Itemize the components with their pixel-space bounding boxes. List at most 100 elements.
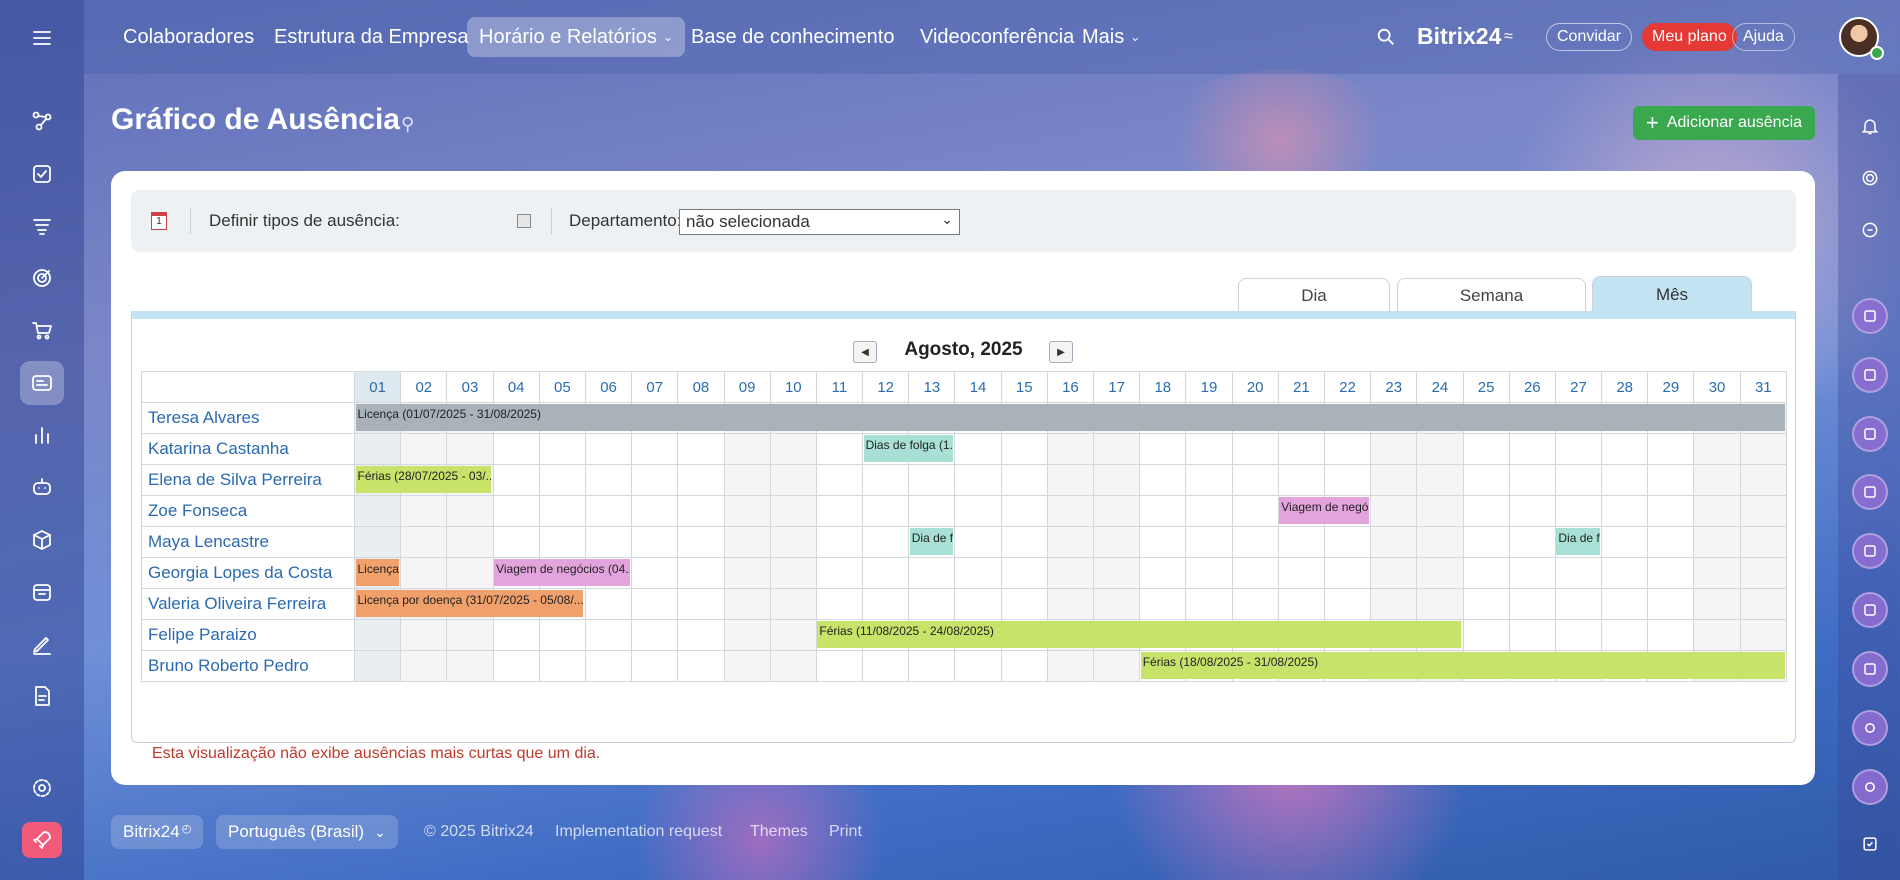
day-cell[interactable] (492, 619, 540, 651)
chat-avatar-icon[interactable] (1852, 474, 1888, 510)
day-cell[interactable] (492, 433, 540, 465)
next-month-button[interactable]: ▶ (1049, 341, 1073, 363)
day-cell[interactable] (1139, 557, 1187, 589)
day-cell[interactable] (954, 650, 1002, 682)
day-cell[interactable] (815, 526, 864, 558)
day-cell[interactable] (769, 619, 817, 651)
day-cell[interactable] (538, 526, 586, 558)
day-cell[interactable] (400, 557, 448, 589)
day-cell[interactable] (584, 588, 633, 620)
day-cell[interactable] (1462, 557, 1510, 589)
shop-icon[interactable] (20, 308, 64, 352)
nav-mais[interactable]: Mais ⌄ (1070, 17, 1152, 57)
day-cell[interactable] (1508, 557, 1556, 589)
help-button[interactable]: Ajuda (1732, 23, 1795, 51)
employee-name-link[interactable]: Zoe Fonseca (141, 495, 355, 527)
day-cell[interactable] (1092, 557, 1141, 589)
day-cell[interactable] (1277, 464, 1325, 496)
day-cell[interactable] (584, 495, 633, 527)
day-cell[interactable] (769, 495, 817, 527)
day-cell[interactable] (815, 495, 864, 527)
day-cell[interactable] (631, 557, 679, 589)
day-cell[interactable] (908, 588, 956, 620)
chat-avatar-icon[interactable] (1852, 769, 1888, 805)
day-cell[interactable] (1647, 464, 1695, 496)
language-select[interactable]: Português (Brasil) ⌄ (216, 815, 398, 849)
brand-logo[interactable]: Bitrix24 (1417, 23, 1501, 50)
day-cell[interactable] (815, 464, 864, 496)
day-cell[interactable] (1462, 619, 1510, 651)
day-cell[interactable] (584, 433, 633, 465)
search-icon[interactable] (1375, 26, 1397, 48)
day-cell[interactable] (1508, 526, 1556, 558)
day-cell[interactable] (400, 495, 448, 527)
day-cell[interactable] (1370, 526, 1418, 558)
day-cell[interactable] (1185, 495, 1233, 527)
rocket-icon[interactable] (22, 822, 62, 858)
day-cell[interactable] (677, 464, 725, 496)
automation-icon[interactable] (20, 465, 64, 509)
day-cell[interactable] (1601, 557, 1649, 589)
day-cell[interactable] (723, 619, 771, 651)
day-cell[interactable] (1693, 464, 1741, 496)
day-cell[interactable] (769, 650, 817, 682)
day-cell[interactable] (1185, 433, 1233, 465)
documents-icon[interactable] (20, 674, 64, 718)
day-cell[interactable] (1416, 464, 1464, 496)
day-cell[interactable] (862, 526, 910, 558)
day-cell[interactable] (1092, 433, 1141, 465)
absence-bar[interactable]: Férias (28/07/2025 - 03/... (355, 465, 492, 493)
day-cell[interactable] (1092, 464, 1141, 496)
day-cell[interactable] (1370, 495, 1418, 527)
day-cell[interactable] (446, 619, 494, 651)
day-cell[interactable] (400, 650, 448, 682)
day-cell[interactable] (492, 526, 540, 558)
day-cell[interactable] (677, 557, 725, 589)
day-cell[interactable] (1046, 464, 1095, 496)
day-cell[interactable] (631, 495, 679, 527)
day-cell[interactable] (492, 495, 540, 527)
employee-name-link[interactable]: Maya Lencastre (141, 526, 355, 558)
day-cell[interactable] (723, 588, 771, 620)
day-cell[interactable] (1416, 433, 1464, 465)
day-cell[interactable] (1000, 650, 1048, 682)
employee-name-link[interactable]: Katarina Castanha (141, 433, 355, 465)
day-cell[interactable] (862, 464, 910, 496)
day-cell[interactable] (1185, 557, 1233, 589)
day-cell[interactable] (353, 619, 402, 651)
day-cell[interactable] (584, 650, 633, 682)
day-cell[interactable] (1323, 433, 1372, 465)
tab-month[interactable]: Mês (1592, 276, 1752, 312)
day-cell[interactable] (1601, 464, 1649, 496)
analytics-icon[interactable] (20, 413, 64, 457)
day-cell[interactable] (1693, 619, 1741, 651)
day-cell[interactable] (353, 526, 402, 558)
employee-name-link[interactable]: Teresa Alvares (141, 402, 355, 434)
day-cell[interactable] (677, 619, 725, 651)
day-cell[interactable] (1416, 495, 1464, 527)
day-cell[interactable] (815, 588, 864, 620)
sign-icon[interactable] (20, 622, 64, 666)
employee-name-link[interactable]: Bruno Roberto Pedro (141, 650, 355, 682)
tab-day[interactable]: Dia (1238, 278, 1390, 312)
day-cell[interactable] (1185, 526, 1233, 558)
employee-name-link[interactable]: Valeria Oliveira Ferreira (141, 588, 355, 620)
absence-bar[interactable]: Viagem de negó... (1279, 496, 1369, 524)
day-cell[interactable] (1000, 526, 1048, 558)
calendar-icon[interactable]: 1 (151, 212, 167, 230)
day-cell[interactable] (631, 619, 679, 651)
day-cell[interactable] (677, 650, 725, 682)
day-cell[interactable] (353, 433, 402, 465)
day-cell[interactable] (1046, 557, 1095, 589)
chat-avatar-icon[interactable] (1852, 651, 1888, 687)
day-cell[interactable] (1046, 526, 1095, 558)
chat-avatar-icon[interactable] (1852, 533, 1888, 569)
day-cell[interactable] (1554, 619, 1603, 651)
day-cell[interactable] (1000, 588, 1048, 620)
day-cell[interactable] (631, 464, 679, 496)
day-cell[interactable] (1139, 526, 1187, 558)
absence-bar[interactable]: Licença (01/07/2025 - 31/08/2025) (355, 403, 1785, 431)
day-cell[interactable] (769, 588, 817, 620)
chat-search-icon[interactable] (1852, 212, 1888, 248)
day-cell[interactable] (1370, 588, 1418, 620)
